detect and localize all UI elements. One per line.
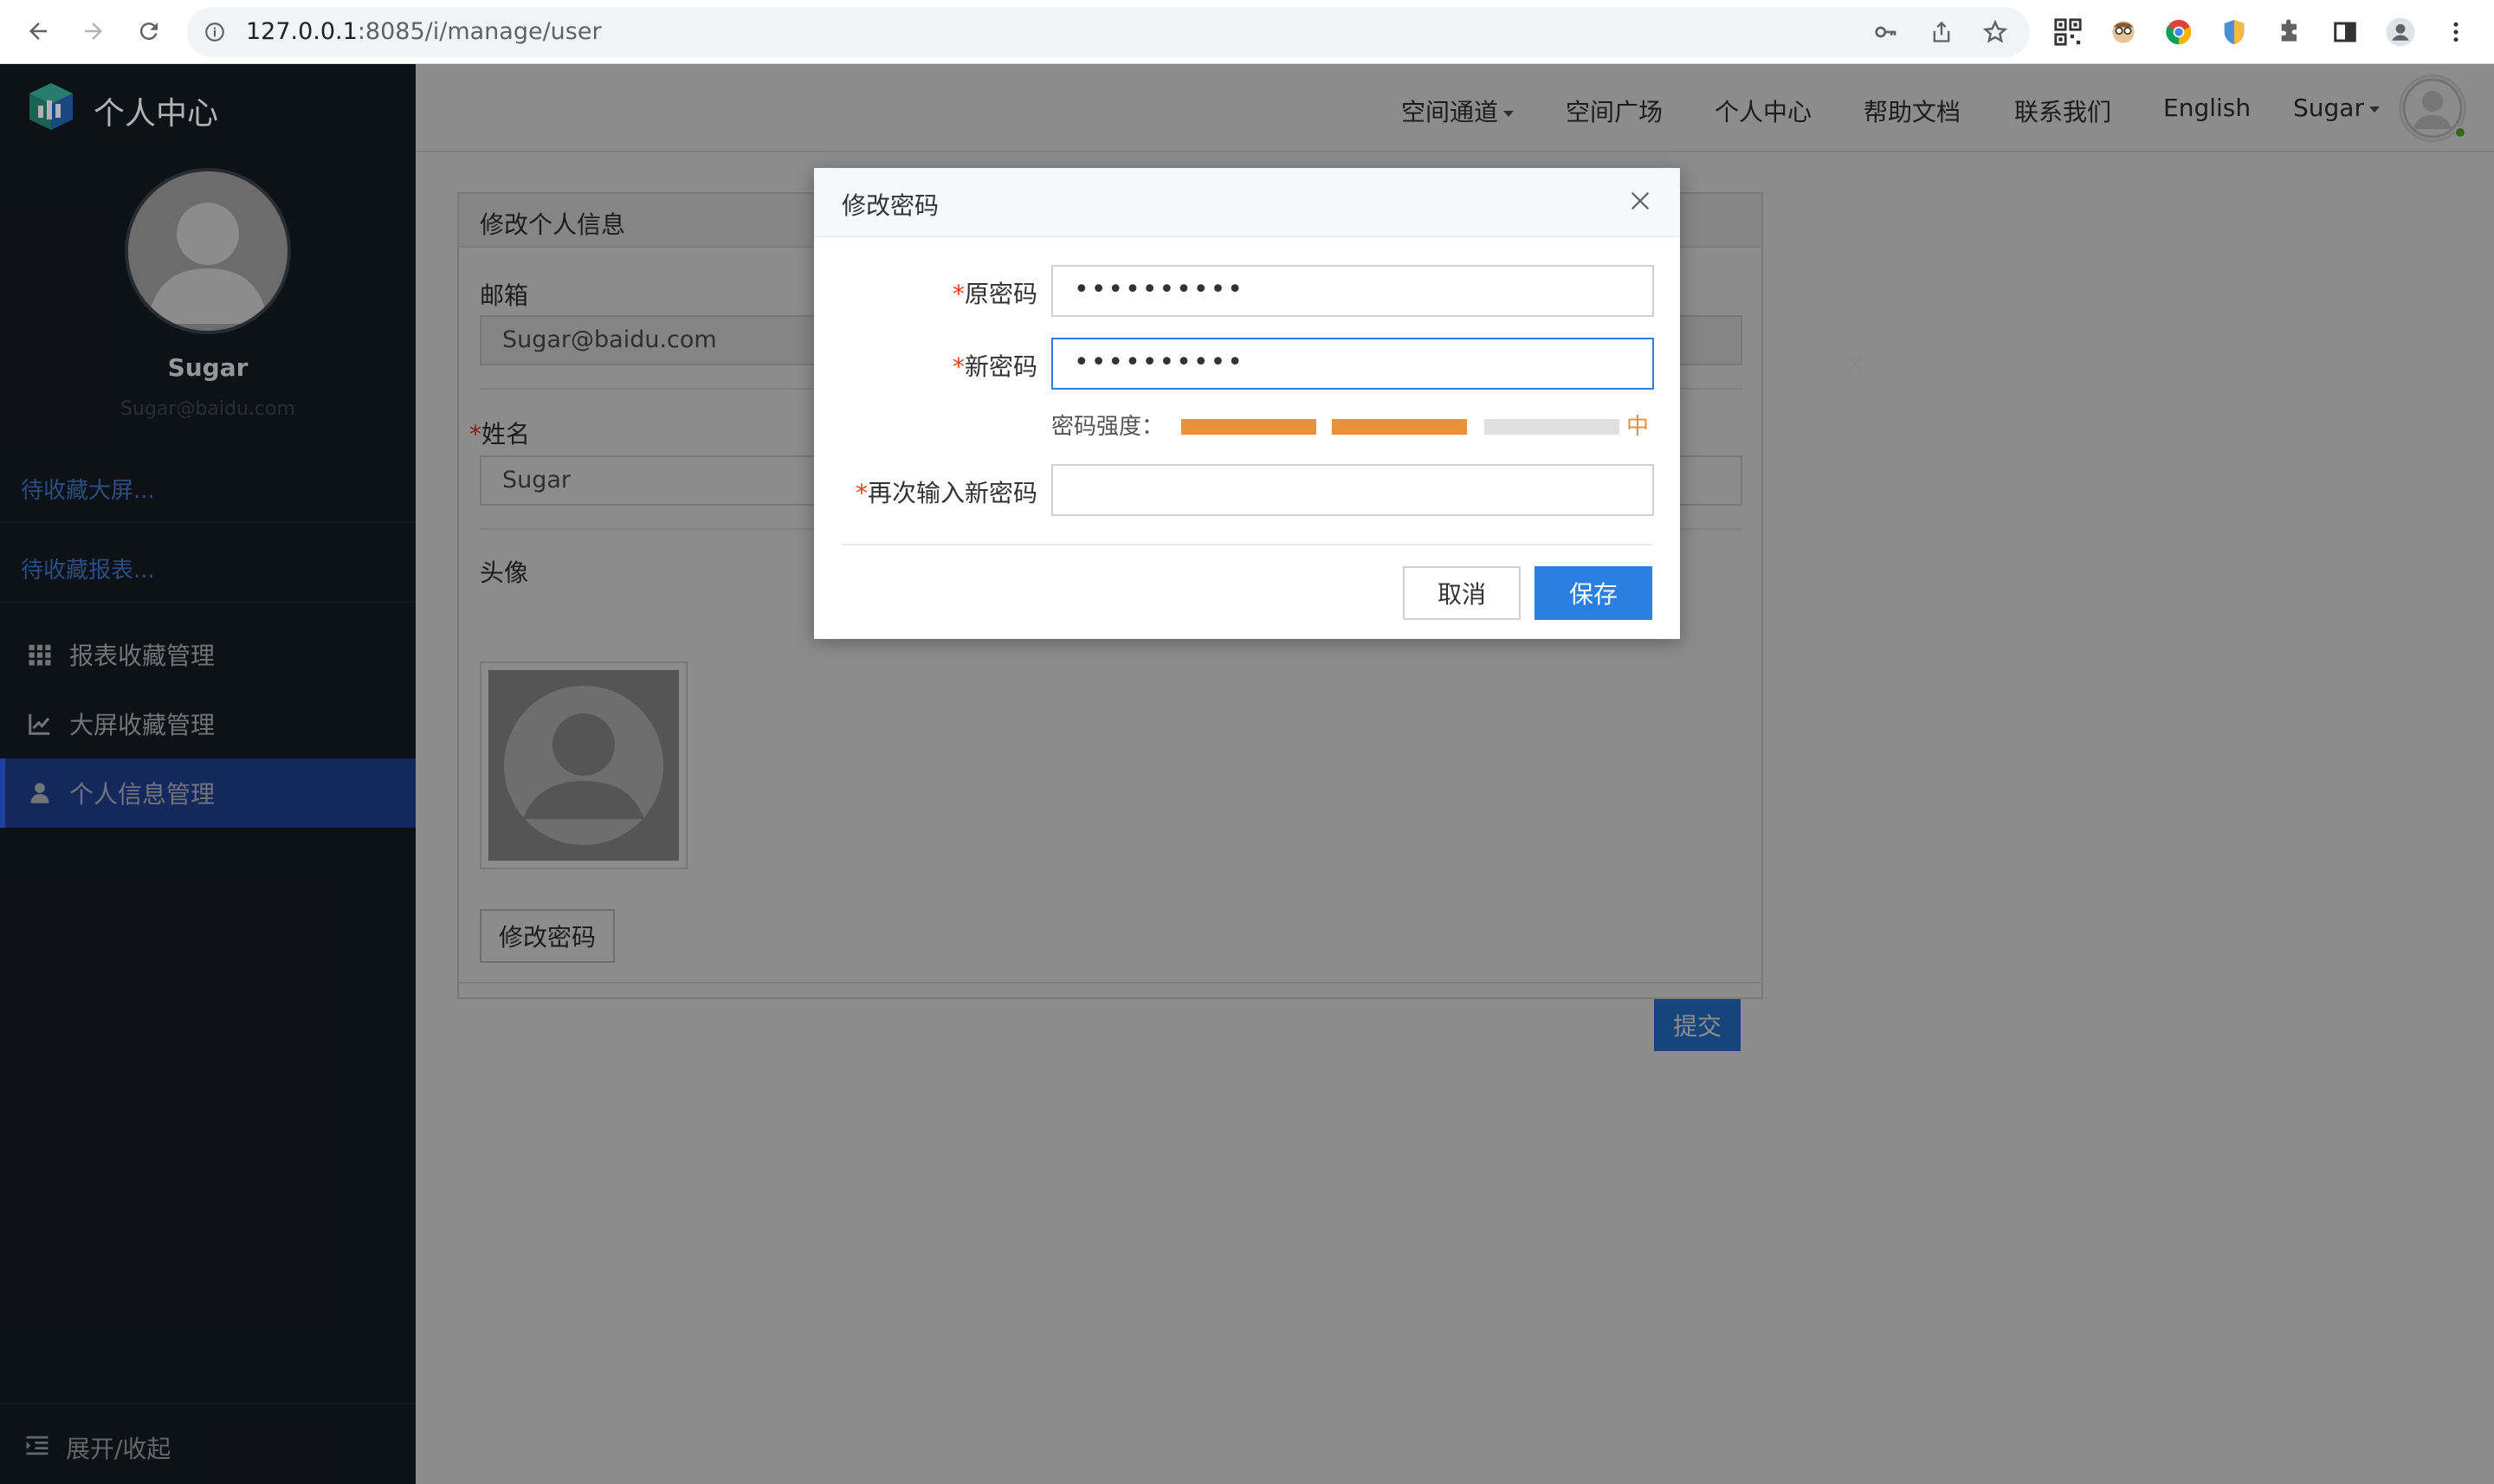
profile-icon[interactable] (2383, 15, 2418, 49)
url-text: 127.0.0.1:8085/i/manage/user (246, 18, 602, 45)
new-password-value: •••••••••• (1074, 347, 1244, 377)
strength-bar-3 (1484, 419, 1619, 435)
info-icon[interactable] (201, 18, 229, 46)
save-button[interactable]: 保存 (1535, 566, 1652, 620)
browser-menu-icon[interactable] (2439, 15, 2473, 49)
chrome-colored-icon[interactable] (2161, 15, 2196, 49)
close-icon[interactable] (1625, 185, 1656, 216)
browser-toolbar: 127.0.0.1:8085/i/manage/user (0, 0, 2494, 64)
old-password-label: *原密码 (952, 280, 1037, 308)
old-password-field[interactable]: •••••••••• (1051, 265, 1654, 317)
reload-icon[interactable] (130, 12, 168, 50)
extension-face-icon[interactable] (2106, 15, 2141, 49)
confirm-password-field[interactable] (1051, 464, 1654, 516)
new-password-field[interactable]: •••••••••• (1051, 338, 1862, 390)
address-bar[interactable]: 127.0.0.1:8085/i/manage/user (187, 7, 2030, 57)
shield-extension-icon[interactable] (2217, 15, 2252, 49)
dialog-title: 修改密码 (842, 191, 940, 220)
dialog-header: 修改密码 (814, 168, 1680, 237)
change-password-dialog: 修改密码 *原密码 •••••••••• *新密码 •••••••••• 密码强… (814, 168, 1862, 639)
strength-bar-2 (1332, 419, 1467, 435)
side-panel-icon[interactable] (2328, 15, 2362, 49)
qr-code-icon[interactable] (2051, 15, 2085, 49)
puzzle-icon[interactable] (2272, 15, 2307, 49)
dialog-divider (842, 544, 1652, 545)
new-password-label: *新密码 (952, 352, 1037, 381)
bookmark-star-icon[interactable] (1981, 18, 2009, 46)
strength-bar-1 (1181, 419, 1316, 435)
back-icon[interactable] (19, 12, 57, 50)
strength-value: 中 (1626, 414, 1650, 440)
strength-label: 密码强度： (1051, 414, 1165, 440)
share-icon[interactable] (1928, 18, 1955, 46)
forward-icon[interactable] (74, 12, 113, 50)
modal-backdrop-sidebar[interactable] (0, 64, 416, 1484)
confirm-password-label: *再次输入新密码 (855, 479, 1037, 507)
clear-icon[interactable] (1841, 350, 1869, 377)
key-icon[interactable] (1872, 18, 1900, 46)
cancel-button[interactable]: 取消 (1403, 566, 1521, 620)
